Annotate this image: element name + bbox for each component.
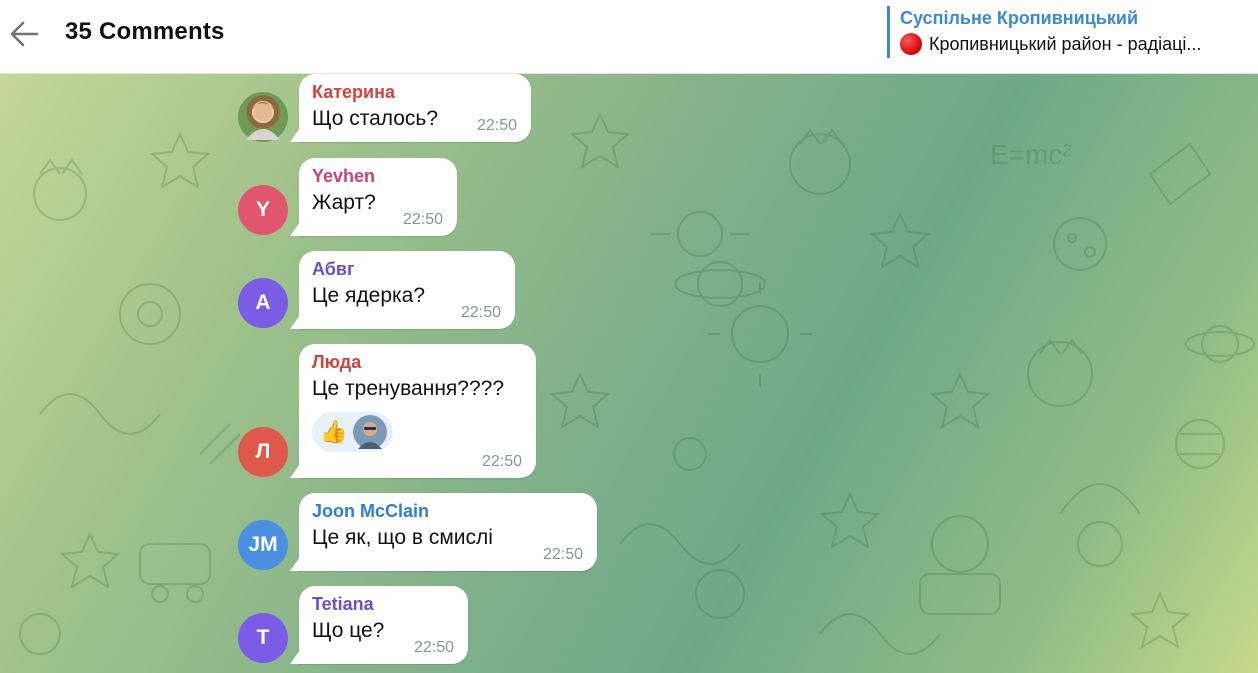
message-author[interactable]: Абвг	[312, 257, 502, 281]
avatar-initials: JM	[248, 533, 278, 556]
avatar[interactable]: Y	[238, 185, 288, 235]
pinned-message-text: Кропивницький район - радіаці...	[929, 34, 1202, 54]
message-time: 22:50	[542, 546, 583, 563]
message-time: 22:50	[476, 117, 517, 134]
reactor-avatar-icon	[353, 415, 388, 449]
photo-avatar-woman-icon	[246, 102, 280, 140]
reaction-chip[interactable]: 👍	[312, 412, 394, 452]
chat-wallpaper-pattern: E=mc²	[19, 111, 1255, 655]
red-circle-icon	[900, 33, 922, 55]
avatar[interactable]: JM	[238, 520, 288, 570]
avatar[interactable]: А	[238, 278, 288, 328]
pinned-message-preview: Кропивницький район - радіаці...	[900, 30, 1257, 58]
message-author[interactable]: Катерина	[312, 80, 518, 104]
pinned-channel-name: Суспільне Кропивницький	[900, 8, 1139, 28]
message-time: 22:50	[460, 304, 501, 321]
message-bubble[interactable]: Абвг Це ядерка? 22:50	[299, 251, 515, 329]
avatar-initials: T	[256, 626, 270, 649]
avatar-initials: А	[255, 291, 271, 314]
avatar[interactable]: T	[238, 613, 288, 663]
message-time: 22:50	[402, 211, 443, 228]
message-author[interactable]: Yevhen	[312, 164, 444, 188]
avatar-initials: Y	[255, 198, 270, 221]
pinned-message[interactable]: Суспільне Кропивницький Кропивницький ра…	[887, 6, 1257, 58]
message-time: 22:50	[413, 639, 454, 656]
message-bubble[interactable]: Tetiana Що це? 22:50	[299, 586, 468, 664]
avatar-initials: Л	[255, 440, 271, 463]
back-button[interactable]	[4, 14, 44, 54]
message-text: Це тренування????	[312, 377, 505, 400]
page-title: 35 Comments	[65, 18, 225, 45]
message-time: 22:50	[481, 453, 522, 470]
message-bubble[interactable]: Катерина Що сталось? 22:50	[299, 74, 531, 142]
svg-text:E=mc²: E=mc²	[990, 139, 1072, 170]
message-author[interactable]: Tetiana	[312, 592, 455, 616]
avatar[interactable]: Л	[238, 427, 288, 477]
arrow-left-icon	[10, 21, 39, 47]
avatar[interactable]	[238, 92, 288, 142]
message-bubble[interactable]: Yevhen Жарт? 22:50	[299, 158, 457, 236]
reaction-emoji: 👍	[320, 419, 348, 444]
message-bubble[interactable]: Люда Це тренування???? 👍 22:50	[299, 344, 536, 478]
chat-header: 35 Comments Суспільне Кропивницький Кроп…	[0, 0, 1258, 74]
message-author[interactable]: Joon McClain	[312, 499, 584, 523]
message-author[interactable]: Люда	[312, 350, 523, 374]
message-bubble[interactable]: Joon McClain Це як, що в смислі 22:50	[299, 493, 597, 571]
